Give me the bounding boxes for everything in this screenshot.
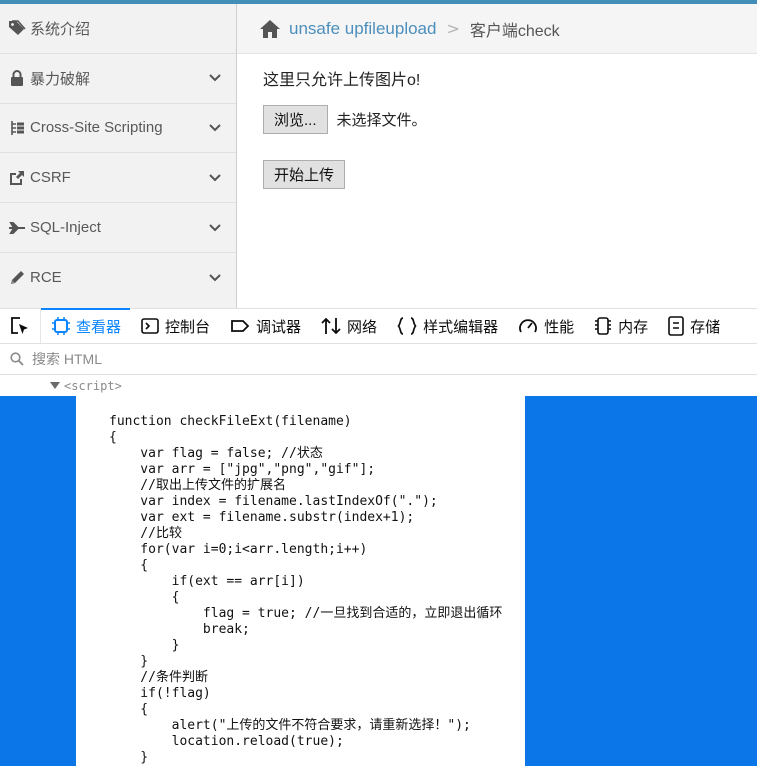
tab-style-editor[interactable]: 样式编辑器	[386, 309, 507, 343]
upload-button[interactable]: 开始上传	[263, 160, 346, 189]
pencil-icon	[8, 269, 26, 287]
sidebar-item-csrf[interactable]: CSRF	[0, 153, 236, 204]
chevron-down-icon	[209, 223, 221, 231]
tab-debugger[interactable]: 调试器	[219, 309, 310, 343]
element-picker-button[interactable]	[0, 309, 41, 343]
sidebar-item-sqli[interactable]: SQL-Inject	[0, 203, 236, 253]
devtools-toolbar: 查看器 控制台 调试器 网络 样式编辑器 性能 内存 存储	[0, 308, 757, 344]
tab-label: 网络	[347, 318, 378, 336]
sidebar-item-label: 系统介绍	[30, 20, 91, 38]
file-status: 未选择文件。	[336, 112, 427, 129]
share-square-icon	[8, 169, 26, 187]
tab-inspector[interactable]: 查看器	[41, 308, 131, 343]
tab-label: 样式编辑器	[423, 318, 499, 336]
dom-node-row[interactable]: <script>	[0, 375, 757, 396]
lock-icon	[8, 69, 26, 87]
sidebar-item-xss[interactable]: Cross-Site Scripting	[0, 104, 236, 154]
tab-label: 性能	[544, 318, 575, 336]
chevron-down-icon	[209, 274, 221, 282]
breadcrumb: unsafe upfileupload > 客户端check	[237, 4, 757, 54]
inspector-icon	[52, 317, 70, 335]
chevron-down-icon	[209, 74, 221, 82]
search-html-input[interactable]	[30, 350, 334, 368]
memory-icon	[595, 317, 612, 335]
breadcrumb-link[interactable]: unsafe upfileupload	[289, 19, 436, 39]
chevron-down-icon	[209, 174, 221, 182]
script-content-panel: function checkFileExt(filename) { var fl…	[76, 396, 525, 766]
expand-triangle-icon[interactable]	[50, 382, 60, 389]
dom-node-tag: <script>	[64, 378, 122, 393]
console-icon	[141, 318, 159, 334]
sidebar: 系统介绍 暴力破解 Cross-Site Scripting CSRF SQL-…	[0, 4, 237, 308]
tab-network[interactable]: 网络	[310, 309, 386, 343]
tab-label: 内存	[618, 318, 649, 336]
search-icon	[10, 352, 24, 366]
sidebar-item-label: 暴力破解	[30, 70, 91, 88]
storage-icon	[668, 316, 684, 336]
tab-performance[interactable]: 性能	[507, 309, 583, 343]
upload-notice: 这里只允许上传图片o!	[263, 72, 421, 89]
sidebar-item-label: CSRF	[30, 169, 71, 187]
sidebar-item-label: Cross-Site Scripting	[30, 119, 163, 137]
script-source: function checkFileExt(filename) { var fl…	[109, 414, 503, 765]
performance-icon	[519, 319, 537, 333]
debugger-icon	[231, 320, 250, 332]
sidebar-item-bruteforce[interactable]: 暴力破解	[0, 54, 236, 104]
breadcrumb-current: 客户端check	[469, 22, 560, 40]
tab-label: 存储	[690, 318, 721, 336]
style-editor-icon	[397, 317, 417, 335]
tab-memory[interactable]: 内存	[583, 309, 657, 343]
home-icon[interactable]	[259, 19, 281, 39]
tab-storage[interactable]: 存储	[657, 309, 729, 343]
plane-icon	[8, 219, 26, 237]
tab-label: 查看器	[76, 318, 122, 336]
sidebar-item-intro[interactable]: 系统介绍	[0, 4, 236, 54]
browse-button[interactable]: 浏览...	[263, 105, 328, 134]
sitemap-icon	[8, 119, 26, 137]
tab-label: 调试器	[256, 318, 302, 336]
tab-label: 控制台	[165, 318, 211, 336]
sidebar-item-label: SQL-Inject	[30, 219, 101, 237]
sidebar-item-label: RCE	[30, 269, 62, 287]
element-picker-icon	[11, 317, 28, 334]
file-input: 浏览... 未选择文件。	[263, 105, 427, 134]
breadcrumb-separator: >	[446, 19, 460, 38]
tab-console[interactable]: 控制台	[130, 309, 219, 343]
search-html-bar	[0, 344, 757, 375]
sidebar-item-rce[interactable]: RCE	[0, 253, 236, 303]
tags-icon	[8, 19, 26, 37]
chevron-down-icon	[209, 124, 221, 132]
main-content: 这里只允许上传图片o! 浏览... 未选择文件。 开始上传	[263, 66, 427, 189]
network-icon	[321, 317, 341, 335]
